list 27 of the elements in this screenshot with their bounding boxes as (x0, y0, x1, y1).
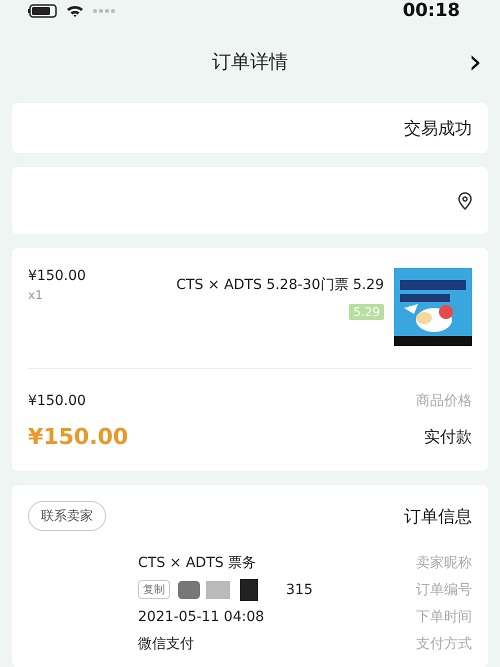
date-tag: 5.29 (349, 304, 384, 320)
info-label: 下单时间 (416, 608, 472, 626)
order-status: 交易成功 (404, 118, 472, 140)
price-label: 商品价格 (416, 392, 472, 410)
copy-button[interactable]: 复制 (138, 580, 170, 599)
info-value: 315 (286, 582, 313, 598)
status-time: 00:18 (402, 0, 460, 22)
info-value: 微信支付 (138, 634, 194, 652)
info-value: CTS × ADTS 票务 (138, 554, 256, 572)
location-pin-icon (458, 192, 472, 210)
product-price: ¥150.00 (28, 268, 87, 284)
back-button[interactable]: › (468, 47, 482, 78)
price-value: ¥150.00 (28, 393, 86, 409)
section-title: 订单信息 (404, 506, 472, 528)
product-quantity: x1 (28, 288, 44, 302)
info-value: 2021-05-11 04:08 (138, 608, 264, 624)
info-label: 支付方式 (416, 634, 472, 652)
total-amount: ¥150.00 (28, 424, 128, 450)
product-name: CTS × ADTS 5.28-30门票 5.29 (176, 276, 384, 294)
signal-icon (92, 8, 116, 14)
contact-seller-button[interactable]: 联系卖家 (28, 501, 106, 531)
battery-icon (28, 4, 58, 18)
page-title: 订单详情 (212, 50, 288, 76)
wifi-icon (66, 4, 84, 18)
info-label: 卖家昵称 (416, 554, 472, 572)
info-label: 订单编号 (416, 580, 472, 598)
total-label: 实付款 (424, 426, 472, 448)
